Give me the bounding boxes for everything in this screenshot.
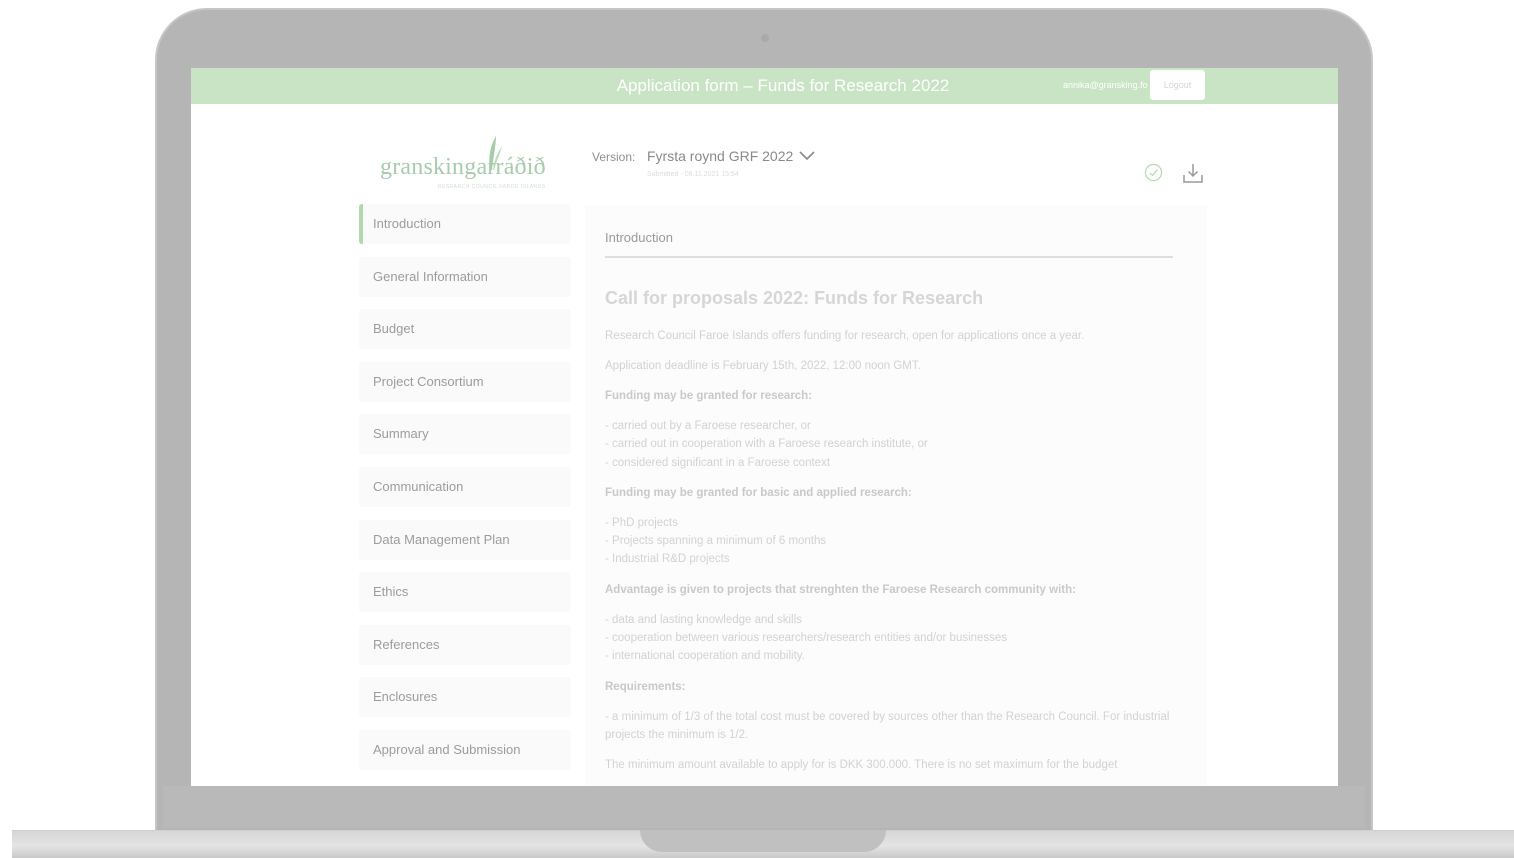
logo: granskingarráðið RESEARCH COUNCIL FAROE … bbox=[380, 134, 555, 194]
sidebar-item-ethics[interactable]: Ethics bbox=[359, 572, 571, 613]
app-screen: Application form – Funds for Research 20… bbox=[191, 68, 1338, 786]
sidebar-item-budget[interactable]: Budget bbox=[359, 309, 571, 350]
list-item: - PhD projects bbox=[605, 516, 678, 529]
sidebar-nav: Introduction General Information Budget … bbox=[359, 204, 571, 783]
sidebar-item-approval-and-submission[interactable]: Approval and Submission bbox=[359, 729, 571, 770]
funding-title: Funding may be granted for research: bbox=[605, 390, 813, 402]
advantage-list: - data and lasting knowledge and skills … bbox=[605, 611, 1175, 666]
list-item: - Industrial R&D projects bbox=[605, 553, 730, 566]
version-label: Version: bbox=[592, 150, 636, 164]
content-panel: Introduction Call for proposals 2022: Fu… bbox=[585, 205, 1207, 786]
submitted-info: Submitted - 08.11.2021 15:54 bbox=[647, 171, 739, 178]
download-icon[interactable] bbox=[1182, 162, 1204, 184]
intro-paragraph: Research Council Faroe Islands offers fu… bbox=[605, 330, 1085, 342]
logout-button[interactable]: Logout bbox=[1150, 70, 1205, 100]
requirement-text: - a minimum of 1/3 of the total cost mus… bbox=[605, 710, 1170, 741]
chevron-down-icon bbox=[799, 151, 815, 161]
version-selected: Fyrsta roynd GRF 2022 bbox=[647, 148, 794, 164]
document-body: Call for proposals 2022: Funds for Resea… bbox=[605, 288, 1175, 786]
camera-icon bbox=[761, 34, 769, 42]
deadline-paragraph: Application deadline is February 15th, 2… bbox=[605, 360, 921, 372]
basic-research-list: - PhD projects - Projects spanning a min… bbox=[605, 514, 1175, 569]
funding-list: - carried out by a Faroese researcher, o… bbox=[605, 417, 1175, 472]
laptop-notch bbox=[640, 830, 886, 852]
logo-name: granskingarráðið bbox=[380, 154, 546, 180]
list-item: - carried out in cooperation with a Faro… bbox=[605, 438, 928, 451]
user-email: annika@gransking.fo bbox=[1063, 80, 1148, 90]
logo-tagline: RESEARCH COUNCIL FAROE ISLANDS bbox=[438, 184, 546, 190]
basic-research-title: Funding may be granted for basic and app… bbox=[605, 486, 912, 499]
sidebar-item-general-information[interactable]: General Information bbox=[359, 256, 571, 297]
list-item: - cooperation between various researcher… bbox=[605, 632, 1008, 645]
laptop-bezel bbox=[163, 786, 1365, 828]
minimum-amount-text: The minimum amount available to apply fo… bbox=[605, 758, 1118, 771]
requirements-title: Requirements: bbox=[605, 680, 686, 693]
call-heading: Call for proposals 2022: Funds for Resea… bbox=[605, 288, 984, 308]
sidebar-item-introduction[interactable]: Introduction bbox=[359, 204, 571, 244]
list-item: - data and lasting knowledge and skills bbox=[605, 613, 802, 626]
advantage-title: Advantage is given to projects that stre… bbox=[605, 583, 1076, 596]
sidebar-item-data-management-plan[interactable]: Data Management Plan bbox=[359, 519, 571, 560]
list-item: - Projects spanning a minimum of 6 month… bbox=[605, 535, 827, 548]
sidebar-item-communication[interactable]: Communication bbox=[359, 466, 571, 507]
section-title: Introduction bbox=[605, 230, 673, 245]
version-dropdown[interactable]: Fyrsta roynd GRF 2022 bbox=[647, 148, 815, 164]
list-item: - international cooperation and mobility… bbox=[605, 650, 805, 663]
section-divider bbox=[605, 256, 1173, 258]
list-item: - carried out by a Faroese researcher, o… bbox=[605, 420, 811, 432]
check-circle-icon[interactable] bbox=[1144, 163, 1163, 182]
sidebar-item-enclosures[interactable]: Enclosures bbox=[359, 677, 571, 718]
top-bar: Application form – Funds for Research 20… bbox=[191, 68, 1338, 104]
sidebar-item-references[interactable]: References bbox=[359, 624, 571, 665]
sidebar-item-summary[interactable]: Summary bbox=[359, 414, 571, 455]
sidebar-item-project-consortium[interactable]: Project Consortium bbox=[359, 361, 571, 402]
list-item: - considered significant in a Faroese co… bbox=[605, 456, 831, 469]
